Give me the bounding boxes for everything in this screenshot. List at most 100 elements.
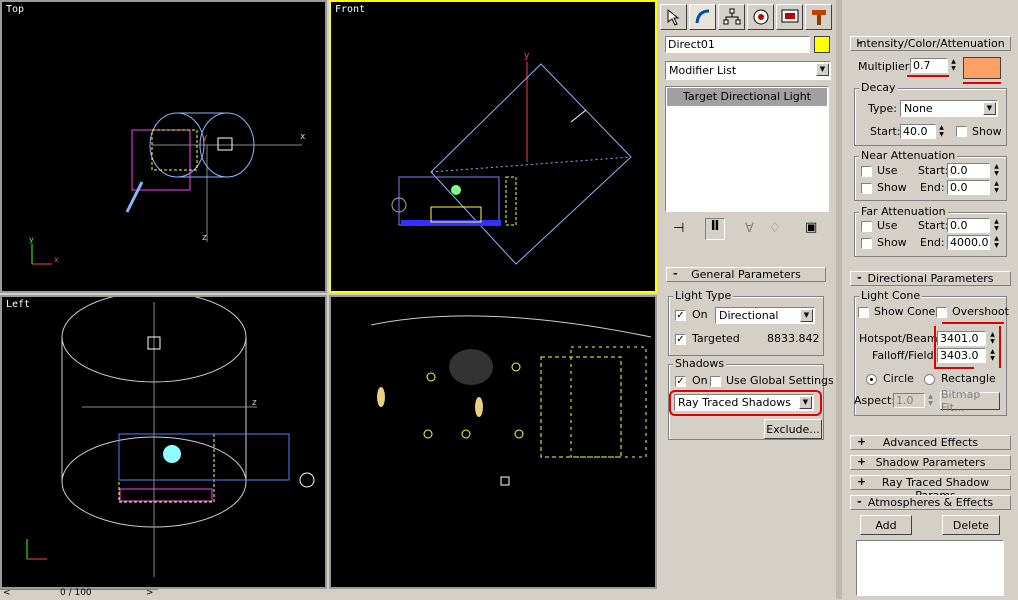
intensity-rollout[interactable]: - Intensity/Color/Attenuation xyxy=(850,36,1011,51)
decay-type-dropdown[interactable]: None ▼ xyxy=(900,100,998,117)
light-type-value: Directional xyxy=(719,309,779,322)
chevron-down-icon: ▼ xyxy=(800,309,813,322)
modify-tab-button[interactable] xyxy=(689,4,716,30)
modifier-list-dropdown[interactable]: Modifier List ▼ xyxy=(665,61,831,80)
rollout-title: Atmospheres & Effects xyxy=(867,496,994,509)
make-unique-icon[interactable]: ∀ xyxy=(745,221,754,236)
svg-text:x: x xyxy=(300,132,306,142)
near-end-field[interactable]: 0.0 xyxy=(947,180,990,195)
advanced-effects-rollout[interactable]: + Advanced Effects xyxy=(850,435,1011,450)
hierarchy-tab-button[interactable] xyxy=(718,4,745,30)
raytrace-shadow-params-rollout[interactable]: + Ray Traced Shadow Params xyxy=(850,475,1011,502)
near-show-checkbox[interactable] xyxy=(861,183,872,194)
aspect-spinner[interactable]: ▲ ▼ xyxy=(926,393,935,408)
annotation-bracket xyxy=(999,326,1001,368)
targeted-label: Targeted xyxy=(692,332,740,345)
annotation-underline xyxy=(963,82,1001,84)
command-panel-tabs xyxy=(660,4,832,30)
decay-start-spinner[interactable]: ▲ ▼ xyxy=(937,124,946,139)
group-label: Decay xyxy=(859,81,898,94)
light-color-swatch[interactable] xyxy=(963,57,1001,79)
light-on-checkbox[interactable]: ✓ xyxy=(675,310,686,321)
stack-item[interactable]: Target Directional Light xyxy=(667,88,827,106)
show-cone-checkbox[interactable] xyxy=(858,307,869,318)
modifier-stack[interactable]: Target Directional Light xyxy=(665,86,829,212)
rollout-title: General Parameters xyxy=(691,268,801,281)
aspect-field[interactable]: 1.0 xyxy=(893,393,925,408)
svg-text:y: y xyxy=(202,133,208,143)
display-monitor-icon xyxy=(781,9,798,23)
hotspot-spinner[interactable]: ▲ ▼ xyxy=(988,331,997,346)
hotspot-field[interactable]: 3401.0 xyxy=(937,331,986,346)
far-end-label: End: xyxy=(920,236,945,249)
directional-parameters-rollout[interactable]: - Directional Parameters xyxy=(850,271,1011,286)
front-view-scene: y xyxy=(391,51,632,265)
bitmap-fit-button[interactable]: Bitmap Fit... xyxy=(940,388,1000,414)
far-show-checkbox[interactable] xyxy=(861,238,872,249)
near-start-spinner[interactable]: ▲ ▼ xyxy=(992,163,1001,178)
pin-stack-icon[interactable]: ⊣ xyxy=(673,221,684,236)
stack-toolbar: ⊣ Ⅱ ∀ ♢ ▣ xyxy=(665,218,831,242)
viewport-top[interactable]: Top x z y x y xyxy=(0,0,327,293)
object-name-field[interactable]: Direct01 xyxy=(665,36,810,53)
exclude-button[interactable]: Exclude... xyxy=(764,419,822,439)
annotation-bracket xyxy=(934,326,936,368)
chevron-down-icon: ▼ xyxy=(983,102,996,115)
decay-type-value: None xyxy=(904,102,933,115)
configure-sets-icon[interactable]: ▣ xyxy=(805,220,817,235)
display-tab-button[interactable] xyxy=(776,4,803,30)
decay-start-field[interactable]: 40.0 xyxy=(900,124,936,139)
far-use-checkbox[interactable] xyxy=(861,221,872,232)
multiplier-field[interactable]: 0.7 xyxy=(910,58,948,73)
near-end-spinner[interactable]: ▲ ▼ xyxy=(992,180,1001,195)
remove-modifier-icon[interactable]: ♢ xyxy=(769,221,781,236)
shadows-on-checkbox[interactable]: ✓ xyxy=(675,376,686,387)
show-end-result-icon[interactable]: Ⅱ xyxy=(705,218,725,240)
use-global-settings-checkbox[interactable] xyxy=(710,376,721,387)
viewport-front[interactable]: Front y xyxy=(329,0,657,293)
near-use-label: Use xyxy=(877,164,898,177)
annotation-highlight xyxy=(669,390,822,416)
general-parameters-rollout[interactable]: - General Parameters xyxy=(666,267,826,282)
near-start-field[interactable]: 0.0 xyxy=(947,163,990,178)
targeted-checkbox[interactable]: ✓ xyxy=(675,334,686,345)
rectangle-radio[interactable] xyxy=(924,374,935,385)
shadow-parameters-rollout[interactable]: + Shadow Parameters xyxy=(850,455,1011,470)
motion-tab-button[interactable] xyxy=(747,4,774,30)
rectangle-label: Rectangle xyxy=(941,372,996,385)
time-slider-next[interactable]: > xyxy=(146,588,154,598)
modifier-list-label: Modifier List xyxy=(669,64,737,77)
time-slider-prev[interactable]: < xyxy=(3,588,11,598)
time-slider[interactable]: < 0 / 100 > xyxy=(0,588,158,600)
utilities-tab-button[interactable] xyxy=(805,4,832,30)
far-start-spinner[interactable]: ▲ ▼ xyxy=(992,218,1001,233)
far-start-field[interactable]: 0.0 xyxy=(947,218,990,233)
time-slider-value: 0 / 100 xyxy=(60,588,92,598)
delete-effect-button[interactable]: Delete xyxy=(942,515,1000,535)
falloff-field[interactable]: 3403.0 xyxy=(937,348,986,363)
circle-radio[interactable] xyxy=(866,374,877,385)
annotation-underline xyxy=(907,75,949,77)
object-color-swatch[interactable] xyxy=(814,36,830,53)
overshoot-checkbox[interactable] xyxy=(936,307,947,318)
use-global-settings-label: Use Global Settings xyxy=(726,374,834,387)
annotation-underline xyxy=(942,322,1004,324)
far-end-spinner[interactable]: ▲ ▼ xyxy=(992,235,1001,250)
far-use-label: Use xyxy=(877,219,898,232)
effects-list[interactable] xyxy=(856,540,1004,596)
falloff-spinner[interactable]: ▲ ▼ xyxy=(988,348,997,363)
group-label: Shadows xyxy=(673,357,727,370)
create-tab-button[interactable] xyxy=(660,4,687,30)
viewport-left[interactable]: Left z xyxy=(0,295,327,589)
far-end-field[interactable]: 4000.0 xyxy=(947,235,990,250)
add-effect-button[interactable]: Add xyxy=(860,515,912,535)
light-type-dropdown[interactable]: Directional ▼ xyxy=(715,307,815,324)
target-distance: 8833.842 xyxy=(767,332,820,345)
atmospheres-rollout[interactable]: - Atmospheres & Effects xyxy=(850,495,1011,510)
far-start-label: Start: xyxy=(918,219,949,232)
camera-view-scene xyxy=(370,315,652,486)
viewport-camera[interactable] xyxy=(329,295,657,589)
near-use-checkbox[interactable] xyxy=(861,166,872,177)
decay-show-checkbox[interactable] xyxy=(956,126,967,137)
multiplier-spinner[interactable]: ▲ ▼ xyxy=(949,58,958,73)
